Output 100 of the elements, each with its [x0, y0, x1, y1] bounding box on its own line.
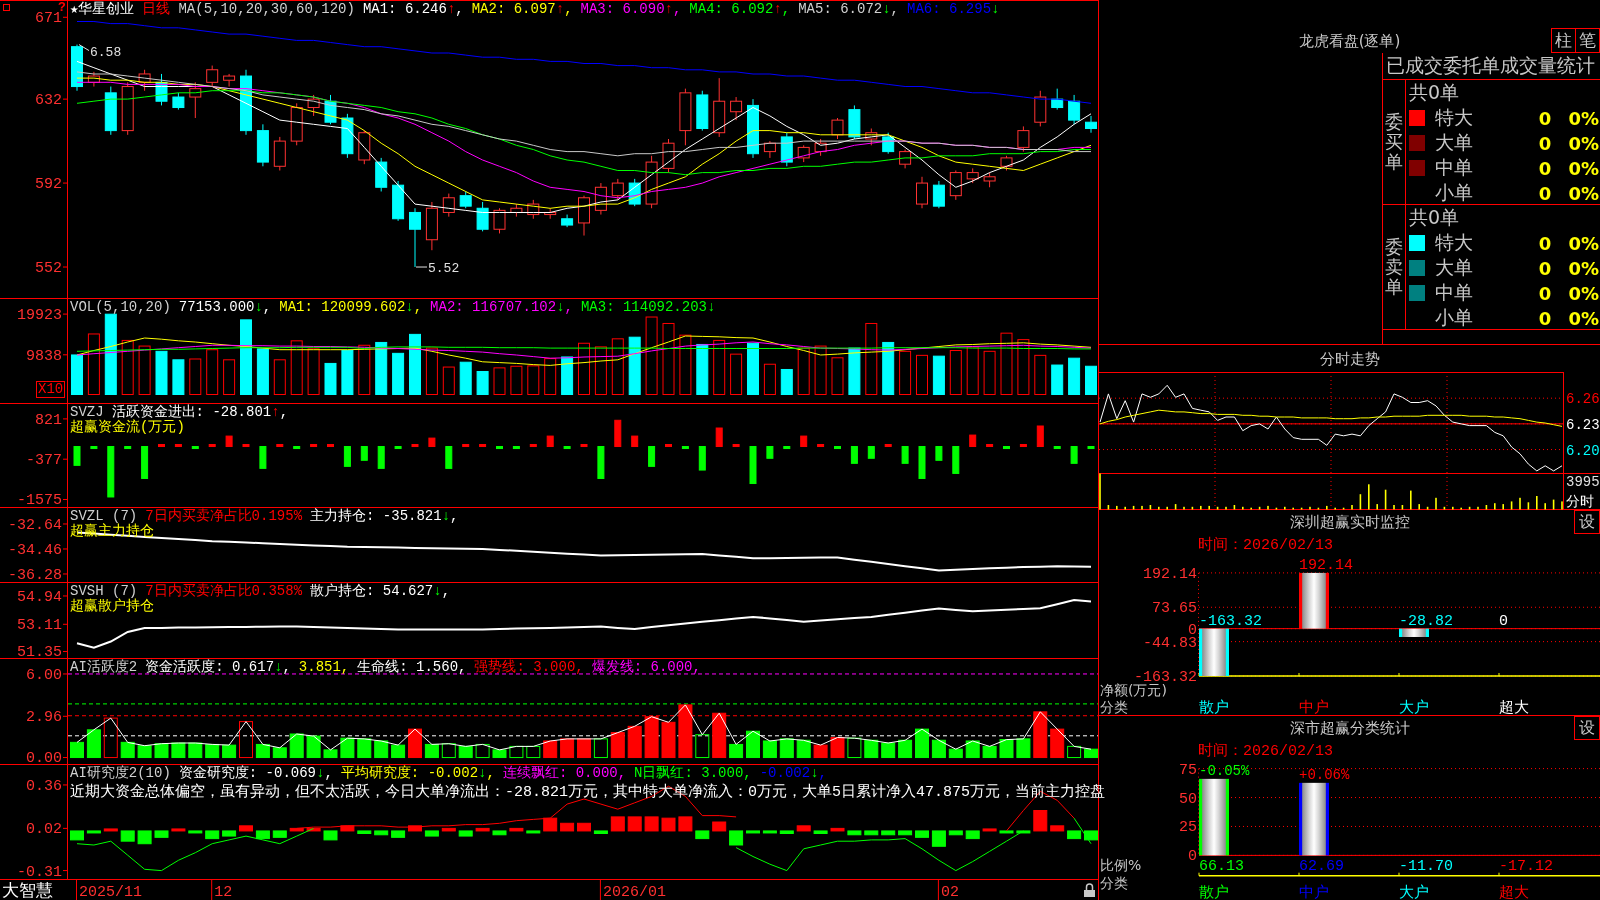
candlestick — [730, 96, 743, 121]
chart-bar — [577, 738, 591, 759]
candlestick — [763, 140, 776, 159]
axis-label: -0.31 — [17, 863, 62, 880]
chart-bar — [424, 830, 439, 837]
view-toggle-button[interactable]: 笔 — [1575, 28, 1600, 53]
chart-bar — [834, 446, 841, 450]
candlestick — [611, 178, 624, 201]
chart-bar — [1233, 505, 1236, 510]
chart-bar — [749, 446, 757, 484]
chart-bar — [931, 830, 946, 847]
trend-arrow: ↓ — [274, 660, 283, 675]
panel-title: 分时走势 — [1319, 349, 1380, 368]
chart-bar — [644, 816, 659, 832]
chart-bar — [949, 350, 962, 395]
chart-bar — [830, 737, 845, 759]
chart-bar — [800, 435, 808, 447]
chart-bar — [848, 347, 861, 395]
candlestick — [189, 81, 202, 119]
chart-bar — [543, 740, 558, 759]
candlestick — [1085, 115, 1097, 134]
chart-bar — [594, 346, 607, 395]
chart-bar — [746, 830, 760, 834]
legend-text: MA2: 116707.102 — [430, 300, 557, 315]
square-icon — [3, 4, 10, 11]
chart-bar — [1016, 830, 1031, 834]
chart-bar — [931, 739, 946, 759]
chart-bar — [796, 739, 811, 759]
chart-bar — [86, 830, 101, 834]
settings-button[interactable]: 设 — [1574, 716, 1600, 740]
legend-text: MA6: 6.295 — [907, 2, 992, 17]
chart-bar — [952, 446, 960, 474]
axis-label: 592 — [35, 176, 62, 194]
value-label: 62.69 — [1299, 858, 1344, 875]
chart-bar — [526, 745, 541, 759]
chart-bar — [780, 369, 793, 395]
indicator-subtitle: 超赢散户持仓 — [70, 599, 154, 614]
chart-bar — [103, 828, 118, 832]
legend-text: 强势线: 3.000, — [474, 660, 584, 675]
chart-bar — [563, 446, 571, 450]
chart-bar — [627, 725, 642, 759]
axis-label: 0.00 — [26, 750, 62, 765]
axis-label: 6.00 — [26, 666, 62, 684]
chart-bar — [580, 444, 588, 447]
legend-text: , — [282, 660, 291, 675]
chart-bar — [983, 350, 996, 395]
chart-bar — [340, 825, 355, 832]
chart-bar — [124, 446, 132, 450]
chart-bar — [357, 738, 372, 759]
chart-bar — [1084, 830, 1098, 841]
chart-bar — [459, 361, 472, 395]
date-label: 02 — [940, 884, 959, 900]
legend-text: 平均研究度: -0.002 — [340, 766, 479, 781]
chart-bar — [375, 341, 388, 395]
chart-bar — [86, 729, 101, 759]
settings-button[interactable]: 设 — [1574, 510, 1600, 534]
candlestick — [442, 193, 455, 218]
chart-bar — [1342, 507, 1345, 510]
candlestick — [831, 117, 844, 140]
candlestick — [882, 132, 895, 155]
legend-text: MA2: 6.097 — [471, 2, 556, 17]
chart-bar — [627, 816, 642, 832]
chart-bar — [1068, 357, 1081, 395]
chart-bar — [307, 348, 320, 395]
category-label: 大户 — [1399, 698, 1429, 715]
order-percent: 0% — [1568, 107, 1600, 129]
candlestick — [71, 44, 83, 92]
chart-bar — [1053, 446, 1061, 450]
candlestick — [87, 71, 100, 88]
legend-text: 活跃资金进出: -28.801 — [111, 405, 272, 420]
candlestick — [527, 199, 540, 220]
axis-label: 9838 — [26, 347, 62, 365]
chart-bar — [441, 827, 456, 832]
indicator-subtitle: 超赢资金流(万元) — [70, 420, 185, 435]
date-label: 12 — [214, 884, 233, 900]
chart-bar — [747, 342, 759, 395]
axis-label: 50 — [1179, 790, 1197, 808]
chart-bar — [932, 355, 945, 395]
chart-bar — [222, 830, 237, 837]
category-label: 散户 — [1199, 883, 1229, 900]
legend-text: 7日内买卖净占比0.195% — [145, 509, 303, 524]
chart-bar — [560, 822, 575, 832]
candlestick — [1068, 94, 1081, 125]
view-toggle-button[interactable]: 柱 — [1551, 28, 1576, 53]
candlestick — [256, 123, 269, 167]
chart-bar — [137, 830, 152, 845]
order-percent: 0% — [1568, 232, 1600, 254]
lock-icon — [1084, 883, 1095, 897]
trend-arrow: ↓ — [810, 766, 819, 781]
chart-bar — [648, 446, 656, 467]
chart-bar — [665, 444, 672, 447]
legend-text: 资金活跃度: 0.617 — [145, 660, 275, 675]
chart-bar — [1258, 506, 1261, 510]
legend-text: SVSH (7) — [70, 584, 138, 599]
chart-bar — [1085, 365, 1097, 395]
chart-bar — [999, 830, 1014, 834]
trend-arrow: ↓ — [433, 584, 442, 599]
chart-bar — [155, 350, 168, 395]
chart-bar — [661, 721, 676, 759]
candlestick — [206, 65, 219, 88]
